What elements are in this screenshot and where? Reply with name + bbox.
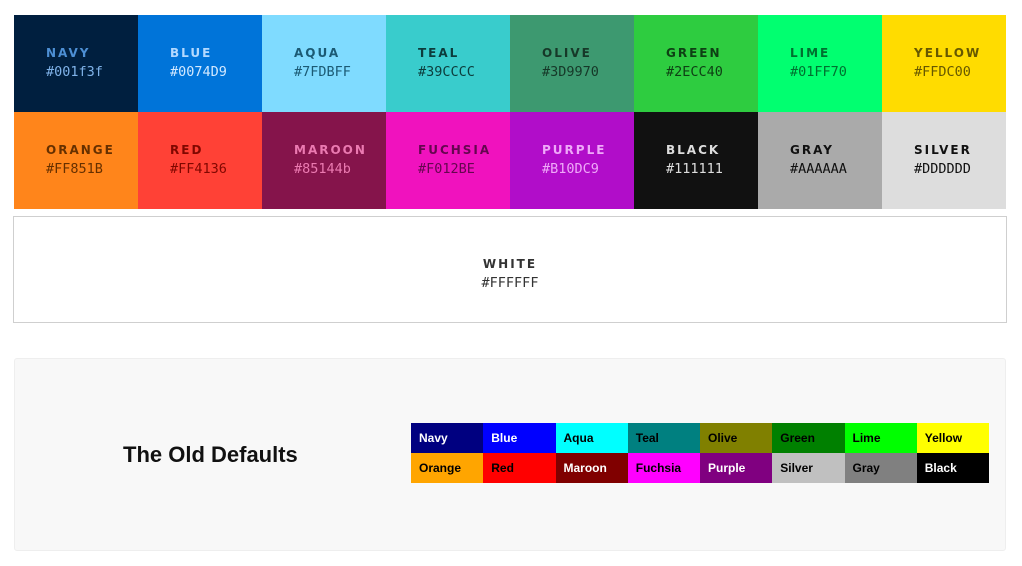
swatch-hex: #3D9970: [542, 64, 599, 80]
swatch-hex: #FF4136: [170, 161, 227, 177]
old-cell-maroon: Maroon: [555, 453, 628, 483]
old-cell-red: Red: [483, 453, 556, 483]
old-cell-navy: Navy: [411, 423, 484, 453]
swatch-name: OLIVE: [542, 46, 592, 60]
swatch-fuchsia: FUCHSIA #F012BE: [386, 112, 510, 209]
swatch-name: BLUE: [170, 46, 213, 60]
swatch-hex: #AAAAAA: [790, 161, 847, 177]
old-cell-purple: Purple: [700, 453, 773, 483]
swatch-hex: #FF851B: [46, 161, 103, 177]
swatch-hex: #DDDDDD: [914, 161, 971, 177]
old-cell-black: Black: [916, 453, 989, 483]
swatch-olive: OLIVE #3D9970: [510, 15, 634, 112]
old-cell-gray: Gray: [844, 453, 917, 483]
swatch-name: FUCHSIA: [418, 143, 492, 157]
swatch-name: AQUA: [294, 46, 341, 60]
swatch-name: NAVY: [46, 46, 91, 60]
swatch-hex: #85144b: [294, 161, 351, 177]
old-defaults-table: Navy Blue Aqua Teal Olive Green Lime Yel…: [411, 423, 989, 483]
swatch-hex: #F012BE: [418, 161, 475, 177]
swatch-hex: #111111: [666, 161, 723, 177]
swatch-hex: #FFDC00: [914, 64, 971, 80]
old-cell-aqua: Aqua: [555, 423, 628, 453]
swatch-orange: ORANGE #FF851B: [14, 112, 138, 209]
swatch-hex: #B10DC9: [542, 161, 599, 177]
swatch-name: WHITE: [482, 257, 538, 271]
swatch-name: SILVER: [914, 143, 972, 157]
swatch-hex: #FFFFFF: [481, 275, 539, 291]
swatch-name: PURPLE: [542, 143, 607, 157]
swatch-hex: #001f3f: [46, 64, 103, 80]
swatch-silver: SILVER #DDDDDD: [882, 112, 1006, 209]
swatch-hex: #0074D9: [170, 64, 227, 80]
old-cell-teal: Teal: [627, 423, 700, 453]
swatch-maroon: MAROON #85144b: [262, 112, 386, 209]
swatch-name: GREEN: [666, 46, 722, 60]
swatch-name: TEAL: [418, 46, 460, 60]
swatch-hex: #01FF70: [790, 64, 847, 80]
old-cell-yellow: Yellow: [916, 423, 989, 453]
color-swatch-grid: NAVY #001f3f BLUE #0074D9 AQUA #7FDBFF TEAL…: [14, 15, 1006, 209]
swatch-hex: #2ECC40: [666, 64, 723, 80]
swatch-name: GRAY: [790, 143, 834, 157]
swatch-name: LIME: [790, 46, 831, 60]
old-cell-olive: Olive: [700, 423, 773, 453]
swatch-navy: NAVY #001f3f: [14, 15, 138, 112]
swatch-green: GREEN #2ECC40: [634, 15, 758, 112]
old-cell-fuchsia: Fuchsia: [627, 453, 700, 483]
swatch-hex: #39CCCC: [418, 64, 475, 80]
swatch-aqua: AQUA #7FDBFF: [262, 15, 386, 112]
swatch-red: RED #FF4136: [138, 112, 262, 209]
swatch-black: BLACK #111111: [634, 112, 758, 209]
swatch-yellow: YELLOW #FFDC00: [882, 15, 1006, 112]
old-cell-lime: Lime: [844, 423, 917, 453]
swatch-name: YELLOW: [914, 46, 982, 60]
swatch-gray: GRAY #AAAAAA: [758, 112, 882, 209]
swatch-name: RED: [170, 143, 204, 157]
old-cell-blue: Blue: [483, 423, 556, 453]
swatch-name: MAROON: [294, 143, 367, 157]
swatch-white: WHITE #FFFFFF: [13, 216, 1007, 323]
swatch-purple: PURPLE #B10DC9: [510, 112, 634, 209]
swatch-teal: TEAL #39CCCC: [386, 15, 510, 112]
swatch-name: ORANGE: [46, 143, 115, 157]
old-cell-green: Green: [772, 423, 845, 453]
old-defaults-title: The Old Defaults: [123, 442, 298, 467]
old-defaults-panel: The Old Defaults Navy Blue Aqua Teal Oli…: [14, 358, 1006, 551]
swatch-hex: #7FDBFF: [294, 64, 351, 80]
old-cell-orange: Orange: [411, 453, 484, 483]
swatch-lime: LIME #01FF70: [758, 15, 882, 112]
swatch-blue: BLUE #0074D9: [138, 15, 262, 112]
old-cell-silver: Silver: [772, 453, 845, 483]
swatch-name: BLACK: [666, 143, 721, 157]
